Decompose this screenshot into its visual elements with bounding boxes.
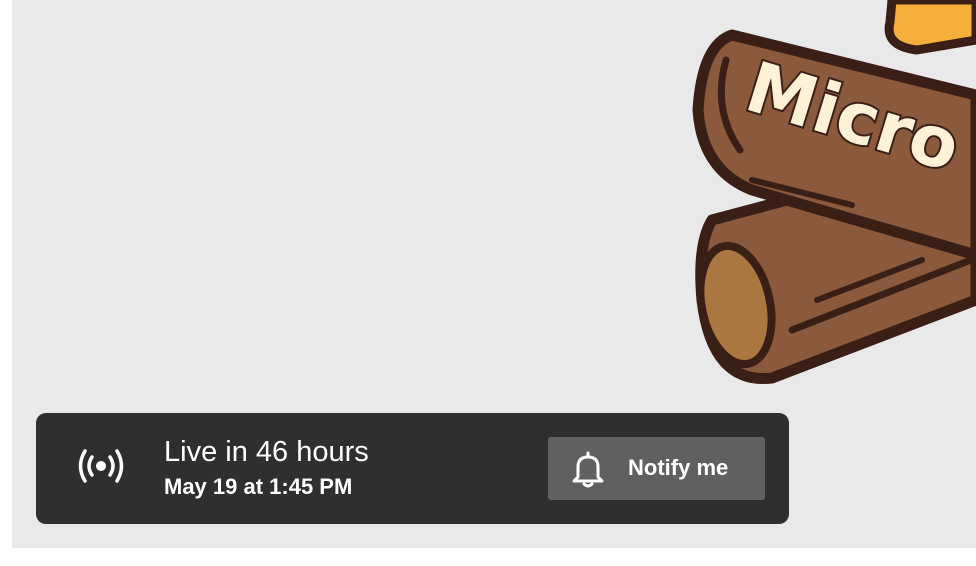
bell-icon (572, 451, 604, 488)
live-schedule-date: May 19 at 1:45 PM (164, 474, 353, 499)
live-broadcast-icon (78, 449, 124, 483)
upcoming-live-banner: Live in 46 hours May 19 at 1:45 PM Notif… (36, 413, 789, 524)
notify-me-button[interactable]: Notify me (548, 437, 765, 500)
live-countdown-title: Live in 46 hours (164, 436, 369, 468)
notify-me-label: Notify me (628, 455, 729, 480)
